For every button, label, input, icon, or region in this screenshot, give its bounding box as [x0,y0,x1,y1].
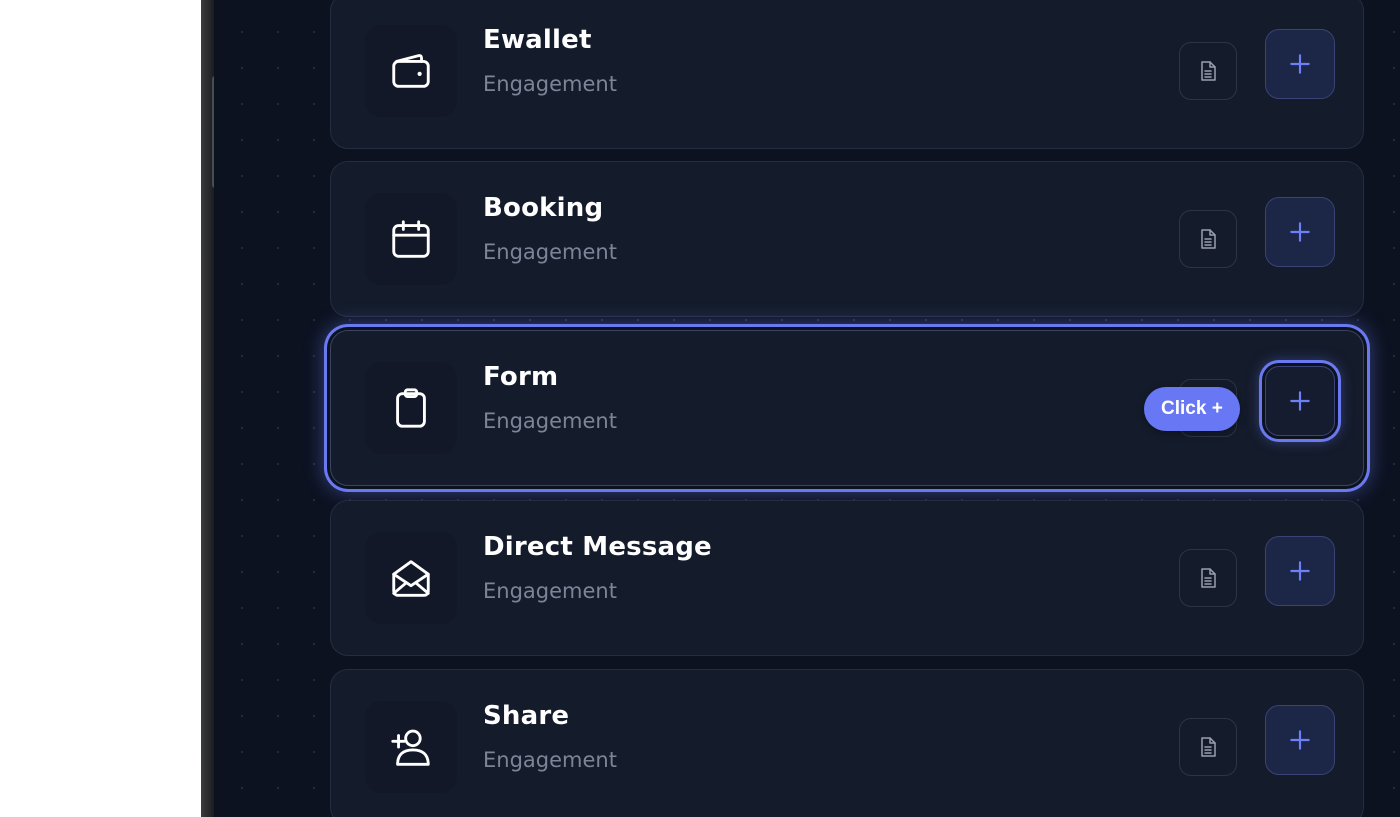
details-button[interactable] [1179,549,1237,607]
add-button[interactable] [1265,366,1335,436]
card-share[interactable]: Share Engagement [330,669,1364,817]
card-icon-container [365,701,457,793]
envelope-open-icon [392,560,430,597]
plus-icon [1290,391,1310,411]
add-button[interactable] [1265,197,1335,267]
document-icon [1201,61,1216,81]
user-plus-icon [391,729,430,766]
details-button[interactable] [1179,718,1237,776]
plus-icon [1290,730,1310,750]
card-title: Form [483,362,559,392]
document-icon [1201,229,1216,249]
card-subtitle: Engagement [483,409,617,433]
plus-icon [1290,561,1310,581]
blank-region [0,0,201,817]
card-direct-message[interactable]: Direct Message Engagement [330,500,1364,656]
click-hint-tooltip: Click + [1144,387,1240,431]
card-icon-container [365,25,457,117]
card-title: Booking [483,193,604,223]
details-button[interactable] [1179,210,1237,268]
add-button[interactable] [1265,536,1335,606]
card-icon-container [365,193,457,285]
card-icon-container [365,362,457,454]
card-subtitle: Engagement [483,72,617,96]
card-title: Ewallet [483,25,592,55]
card-subtitle: Engagement [483,748,617,772]
card-title: Direct Message [483,532,712,562]
plus-icon [1290,222,1310,242]
calendar-icon [392,220,430,258]
card-subtitle: Engagement [483,240,617,264]
wallet-icon [392,54,430,88]
card-ewallet[interactable]: Ewallet Engagement [330,0,1364,149]
card-form[interactable]: Form Engagement Click + [330,330,1364,486]
document-icon [1201,568,1216,588]
workflow-canvas: Ewallet Engagement Booking Engagement Fo… [214,0,1400,817]
card-booking[interactable]: Booking Engagement [330,161,1364,317]
details-button[interactable] [1179,42,1237,100]
document-icon [1201,737,1216,757]
card-icon-container [365,532,457,624]
add-button[interactable] [1265,29,1335,99]
plus-icon [1290,54,1310,74]
card-subtitle: Engagement [483,579,617,603]
add-button[interactable] [1265,705,1335,775]
card-title: Share [483,701,570,731]
clipboard-icon [396,388,426,428]
